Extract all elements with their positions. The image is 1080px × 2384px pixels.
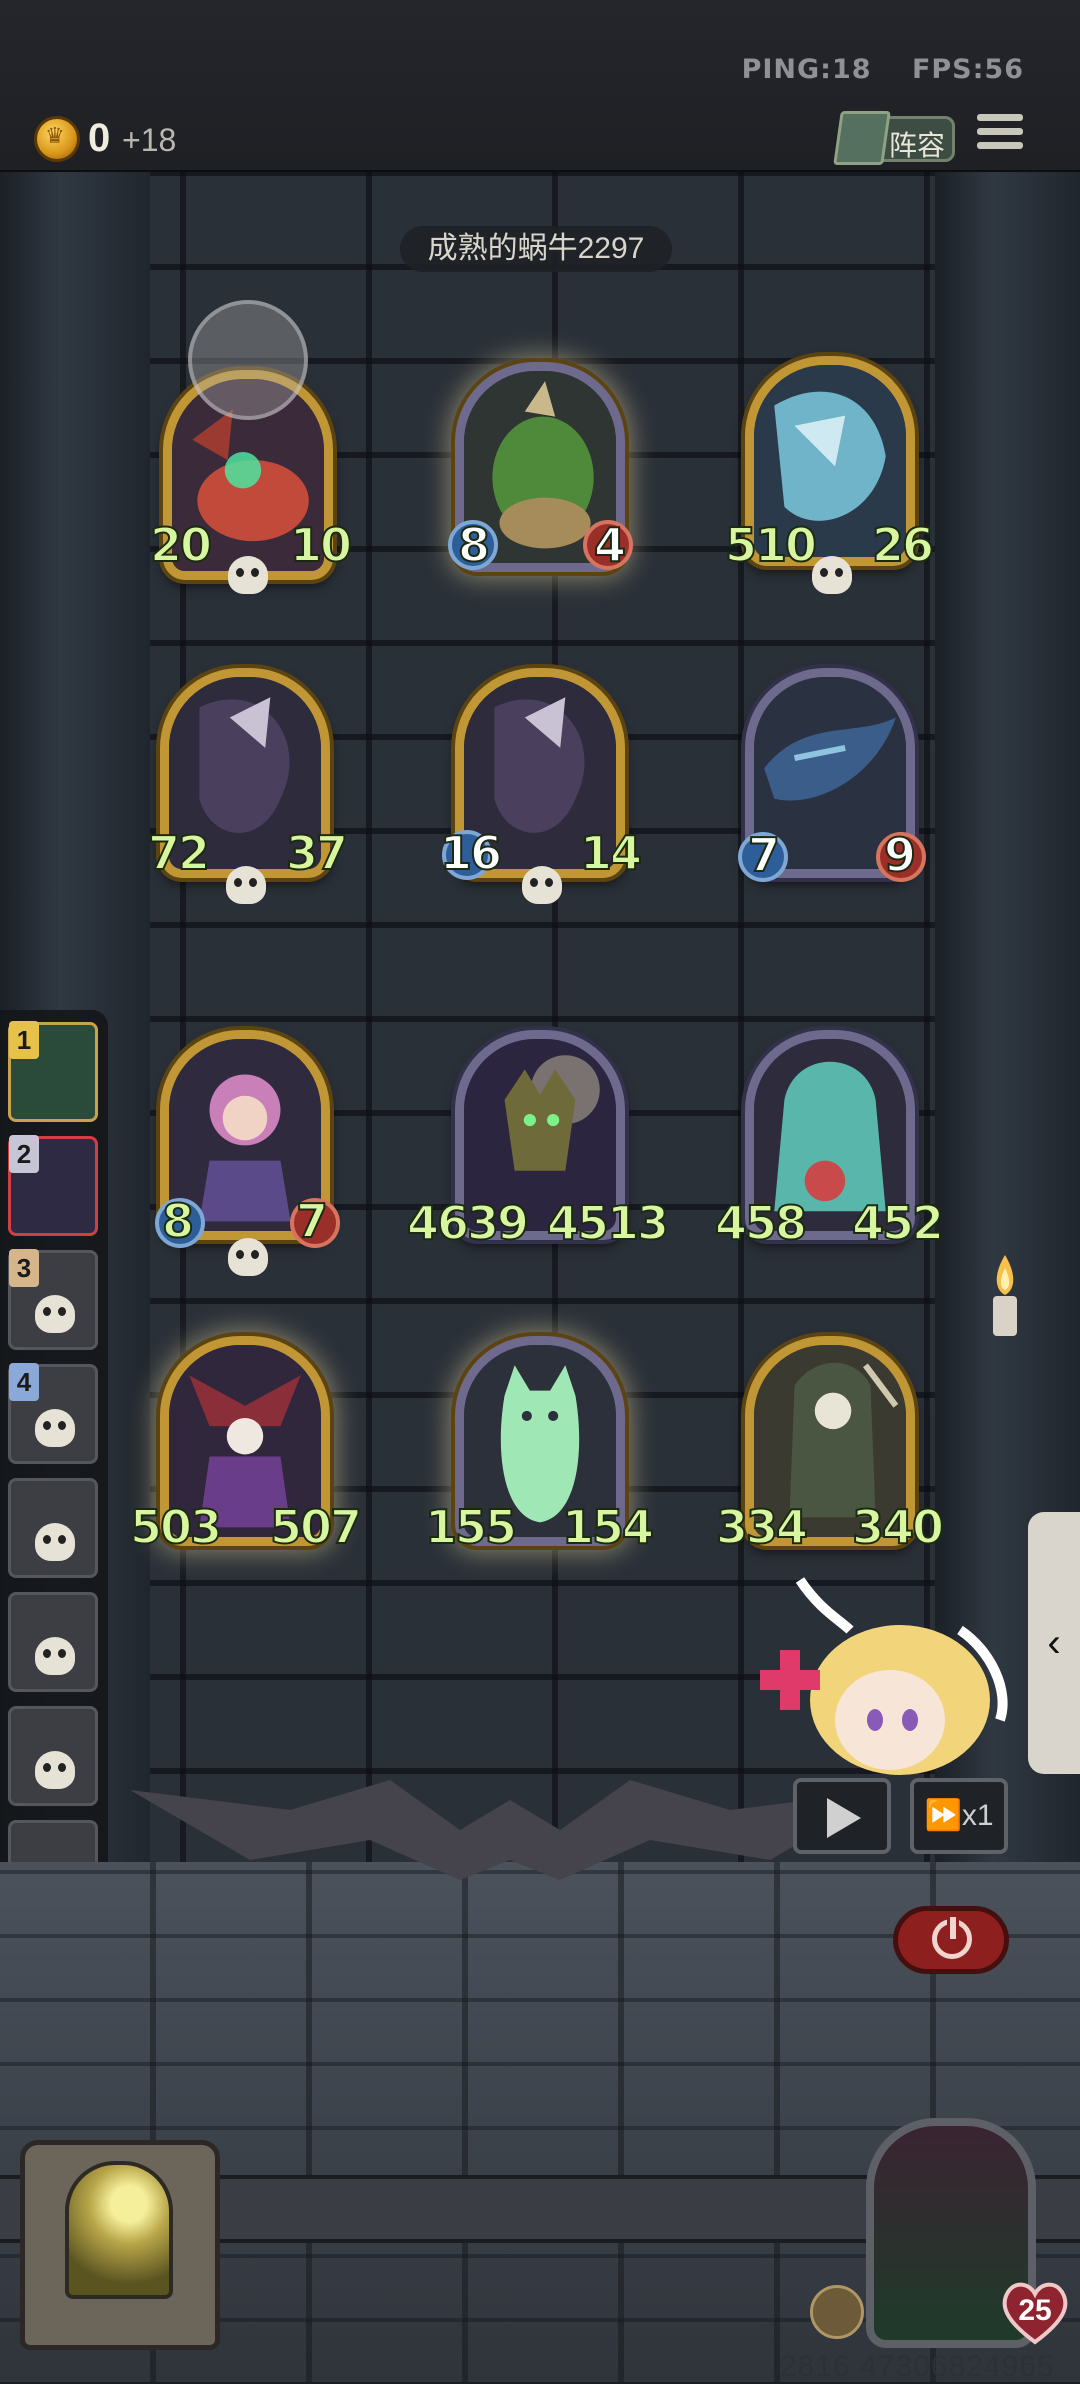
card-attack: 8 (457, 517, 491, 573)
hero-health-badge: 25 (1000, 2280, 1070, 2346)
power-icon (932, 1914, 972, 1959)
upgrade-icon[interactable] (810, 2285, 864, 2339)
opponent-name: 成熟的蜗牛2297 (400, 226, 672, 272)
speed-label: x1 (961, 1799, 994, 1832)
play-icon (827, 1798, 861, 1838)
card-health: 9 (883, 827, 917, 883)
card-health: 10 (289, 517, 353, 573)
seed-text: 2816 47306824965 (780, 2350, 1055, 2383)
card-attack: 458 (714, 1195, 808, 1251)
roster-slot-6[interactable] (8, 1592, 98, 1692)
card-health: 37 (285, 825, 349, 881)
roster-slot-1[interactable]: 1 (8, 1021, 98, 1122)
target-crosshair-icon (188, 300, 308, 420)
card-health: 7 (295, 1193, 329, 1249)
roster-slot-5[interactable] (8, 1478, 98, 1578)
rank-badge: 2 (9, 1135, 39, 1173)
skull-icon (228, 1238, 268, 1276)
hero-health-value: 25 (1018, 2294, 1052, 2327)
roster-slot-3[interactable]: 3 (8, 1249, 98, 1350)
fps-label: FPS:56 (911, 54, 1024, 85)
coin-amount: 0 (88, 116, 111, 160)
card-attack: 72 (147, 825, 211, 881)
card-attack: 155 (424, 1499, 518, 1555)
card-health: 26 (871, 517, 935, 573)
menu-icon[interactable] (977, 114, 1023, 158)
top-bar: PING:18 FPS:56 0 +18 阵容 (0, 0, 1080, 173)
card-health: 154 (561, 1499, 655, 1555)
card-attack: 7 (747, 827, 781, 883)
player-roster: 1 2 3 4 (0, 1010, 108, 1938)
wolf-card-slot[interactable] (20, 2140, 220, 2350)
card-health: 452 (851, 1195, 945, 1251)
card-health: 14 (579, 825, 643, 881)
card-health: 340 (851, 1499, 945, 1555)
rank-badge: 3 (9, 1249, 39, 1287)
power-button[interactable] (893, 1906, 1009, 1974)
lineup-label: 阵容 (889, 130, 946, 161)
roster-slot-2[interactable]: 2 (8, 1135, 98, 1236)
card-attack: 16 (439, 825, 503, 881)
skull-icon (812, 556, 852, 594)
skull-icon (226, 866, 266, 904)
side-panel-toggle[interactable]: ‹ (1028, 1512, 1080, 1774)
skull-icon (35, 1751, 75, 1789)
coin-income: +18 (122, 122, 177, 158)
speed-button[interactable]: ⏩x1 (910, 1778, 1008, 1854)
rank-badge: 4 (9, 1363, 39, 1401)
skull-icon (35, 1523, 75, 1561)
roster-slot-7[interactable] (8, 1706, 98, 1806)
chevron-left-icon: ‹ (1047, 1621, 1061, 1665)
card-attack: 503 (129, 1499, 223, 1555)
skull-icon (35, 1637, 75, 1675)
coin-icon (34, 116, 80, 162)
rank-badge: 1 (9, 1021, 39, 1059)
fast-forward-icon: ⏩ (924, 1799, 962, 1832)
card-health: 4 (593, 517, 627, 573)
card-attack: 334 (715, 1499, 809, 1555)
card-attack: 8 (161, 1193, 195, 1249)
book-icon (833, 111, 891, 165)
play-button[interactable] (793, 1778, 891, 1854)
roster-slot-4[interactable]: 4 (8, 1363, 98, 1464)
card-attack: 4639 (406, 1195, 530, 1251)
ping-label: PING:18 (741, 54, 872, 85)
card-attack: 510 (724, 517, 818, 573)
card-health: 507 (269, 1499, 363, 1555)
lineup-button[interactable]: 阵容 (833, 111, 955, 165)
card-attack: 20 (149, 517, 213, 573)
torch-icon (993, 1255, 1017, 1336)
card-health: 4513 (546, 1195, 670, 1251)
skull-icon (228, 556, 268, 594)
skull-icon (522, 866, 562, 904)
skull-icon (35, 1295, 75, 1333)
skull-icon (35, 1409, 75, 1447)
network-status: PING:18 FPS:56 (712, 54, 1024, 85)
wolf-moon-icon (65, 2161, 173, 2299)
